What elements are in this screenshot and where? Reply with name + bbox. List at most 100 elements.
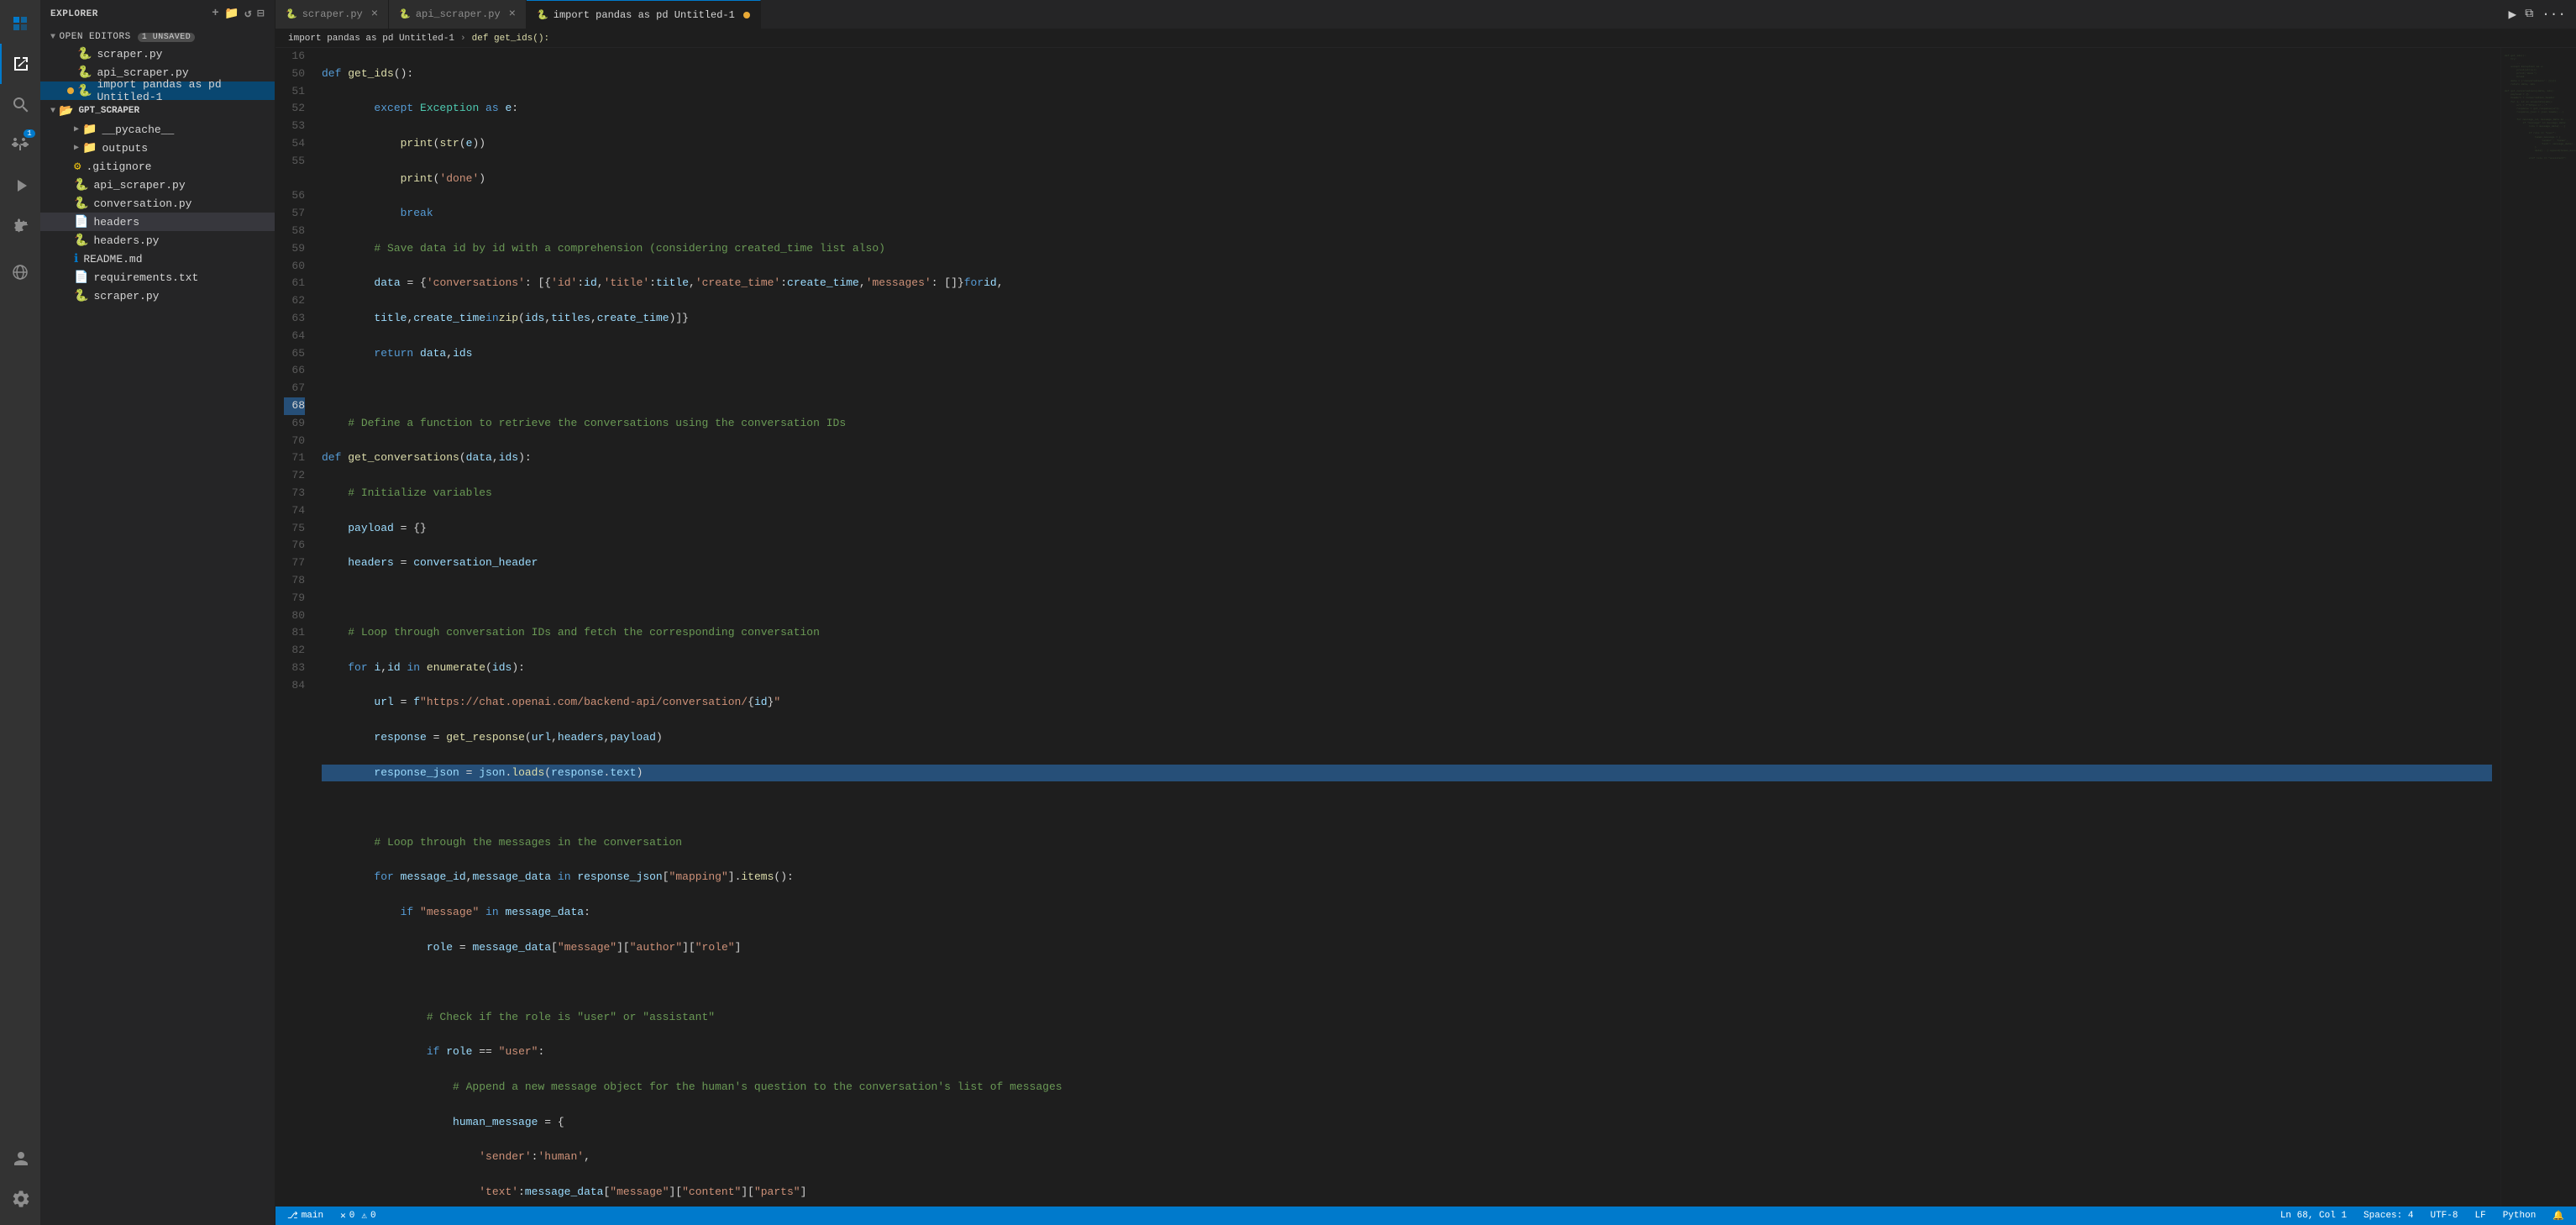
branch-label: main bbox=[302, 1211, 323, 1221]
activity-item-settings[interactable] bbox=[0, 1178, 40, 1218]
warning-icon: ⚠ bbox=[361, 1210, 367, 1222]
folder-label: GPT_SCRAPER bbox=[78, 106, 139, 116]
warning-count: 0 bbox=[370, 1211, 376, 1221]
unsaved-dot bbox=[67, 87, 74, 94]
code-editor[interactable]: 16 50 51 52 53 54 55 56 57 58 59 60 61 6… bbox=[275, 48, 2500, 1207]
readme-icon: ℹ bbox=[74, 252, 78, 266]
more-options-btn[interactable]: ··· bbox=[2542, 7, 2566, 22]
open-editor-untitled-label: import pandas as pd Untitled-1 bbox=[97, 78, 265, 103]
headers-py-label: headers.py bbox=[93, 234, 159, 247]
conversation-label: conversation.py bbox=[93, 197, 191, 210]
line-ending-label: LF bbox=[2474, 1211, 2485, 1221]
headers-py-icon: 🐍 bbox=[74, 234, 88, 248]
line-col-label: Ln 68, Col 1 bbox=[2280, 1211, 2347, 1221]
tab-scraper-close[interactable]: × bbox=[371, 8, 378, 21]
new-file-btn[interactable]: + bbox=[212, 7, 219, 21]
collapse-btn[interactable]: ⊟ bbox=[257, 7, 265, 21]
folder-pycache[interactable]: ▶ 📁 __pycache__ bbox=[40, 120, 275, 139]
activity-item-source-control[interactable]: 1 bbox=[0, 124, 40, 165]
editor-area: 🐍 scraper.py × 🐍 api_scraper.py × 🐍 impo… bbox=[275, 0, 2576, 1225]
folder-gpt-scraper[interactable]: ▼ 📂 GPT_SCRAPER bbox=[40, 102, 275, 120]
pycache-icon: 📁 bbox=[82, 123, 97, 137]
open-editor-scraper-label: scraper.py bbox=[97, 48, 162, 60]
activity-item-run[interactable] bbox=[0, 165, 40, 205]
folder-chevron: ▼ bbox=[50, 107, 55, 116]
statusbar-spaces[interactable]: Spaces: 4 bbox=[2360, 1211, 2416, 1221]
file-headers-py[interactable]: 🐍 headers.py bbox=[40, 231, 275, 250]
tab-untitled-label: import pandas as pd Untitled-1 bbox=[553, 9, 735, 21]
python-icon-3: 🐍 bbox=[77, 84, 92, 98]
statusbar-right: Ln 68, Col 1 Spaces: 4 UTF-8 LF Python 🔔 bbox=[2277, 1210, 2568, 1222]
folder-outputs[interactable]: ▶ 📁 outputs bbox=[40, 139, 275, 157]
activity-item-remote[interactable] bbox=[0, 252, 40, 292]
requirements-label: requirements.txt bbox=[93, 271, 198, 284]
headers-label: headers bbox=[93, 216, 139, 229]
run-button[interactable]: ▶ bbox=[2509, 6, 2517, 23]
code-content[interactable]: def get_ids(): except Exception as e: pr… bbox=[313, 48, 2500, 1207]
statusbar-language[interactable]: Python bbox=[2500, 1211, 2540, 1221]
open-editor-untitled[interactable]: 🐍 import pandas as pd Untitled-1 bbox=[40, 81, 275, 100]
tab-api-scraper[interactable]: 🐍 api_scraper.py × bbox=[389, 0, 527, 29]
tabbar: 🐍 scraper.py × 🐍 api_scraper.py × 🐍 impo… bbox=[275, 0, 2576, 29]
activity-item-search[interactable] bbox=[0, 84, 40, 124]
outputs-icon: 📁 bbox=[82, 141, 97, 155]
open-editor-scraper[interactable]: 🐍 scraper.py bbox=[40, 45, 275, 63]
tab-untitled-dot bbox=[743, 12, 750, 18]
sidebar-header-actions: + 📁 ↺ ⊟ bbox=[212, 7, 265, 21]
statusbar-errors[interactable]: ✕ 0 ⚠ 0 bbox=[337, 1210, 379, 1222]
error-count: 0 bbox=[349, 1211, 355, 1221]
statusbar-line-ending[interactable]: LF bbox=[2471, 1211, 2489, 1221]
activity-item-accounts[interactable] bbox=[0, 1138, 40, 1178]
file-readme[interactable]: ℹ README.md bbox=[40, 250, 275, 268]
encoding-label: UTF-8 bbox=[2430, 1211, 2458, 1221]
activity-bar: 1 bbox=[0, 0, 40, 1225]
tab-scraper[interactable]: 🐍 scraper.py × bbox=[275, 0, 389, 29]
refresh-btn[interactable]: ↺ bbox=[244, 7, 252, 21]
requirements-icon: 📄 bbox=[74, 271, 88, 285]
minimap: def get_ids(): try: ... except Exception… bbox=[2500, 48, 2576, 1207]
gitignore-label: .gitignore bbox=[86, 160, 151, 173]
statusbar-line-col[interactable]: Ln 68, Col 1 bbox=[2277, 1211, 2350, 1221]
statusbar: ⎇ main ✕ 0 ⚠ 0 Ln 68, Col 1 Spaces: 4 bbox=[275, 1207, 2576, 1225]
file-conversation[interactable]: 🐍 conversation.py bbox=[40, 194, 275, 213]
readme-label: README.md bbox=[83, 253, 142, 266]
file-gitignore[interactable]: ⚙ .gitignore bbox=[40, 157, 275, 176]
tab-api-scraper-close[interactable]: × bbox=[509, 8, 516, 21]
branch-icon: ⎇ bbox=[287, 1210, 298, 1222]
error-icon: ✕ bbox=[340, 1210, 346, 1222]
breadcrumb-filename[interactable]: import pandas as pd Untitled-1 bbox=[288, 34, 454, 44]
activity-item-extensions[interactable] bbox=[0, 205, 40, 245]
scraper-label: scraper.py bbox=[93, 290, 159, 302]
activity-item-explorer[interactable] bbox=[0, 44, 40, 84]
line-numbers: 16 50 51 52 53 54 55 56 57 58 59 60 61 6… bbox=[275, 48, 313, 1207]
open-editors-header[interactable]: ▼ OPEN EDITORS 1 unsaved bbox=[40, 29, 275, 45]
file-requirements[interactable]: 📄 requirements.txt bbox=[40, 268, 275, 287]
headers-icon: 📄 bbox=[74, 215, 88, 229]
tab-untitled[interactable]: 🐍 import pandas as pd Untitled-1 bbox=[527, 0, 761, 29]
python-icon: 🐍 bbox=[77, 47, 92, 61]
breadcrumb-sep: › bbox=[460, 34, 466, 44]
breadcrumb-function[interactable]: def get_ids(): bbox=[472, 34, 549, 44]
outputs-chevron: ▶ bbox=[74, 143, 79, 153]
api-scraper-label: api_scraper.py bbox=[93, 179, 185, 192]
source-control-badge: 1 bbox=[24, 129, 35, 138]
conversation-icon: 🐍 bbox=[74, 197, 88, 211]
api-scraper-icon: 🐍 bbox=[74, 178, 88, 192]
sidebar-header: EXPLORER + 📁 ↺ ⊟ bbox=[40, 0, 275, 28]
file-scraper[interactable]: 🐍 scraper.py bbox=[40, 287, 275, 305]
statusbar-branch[interactable]: ⎇ main bbox=[284, 1210, 327, 1222]
split-editor-btn[interactable]: ⧉ bbox=[2525, 8, 2533, 21]
scraper-icon: 🐍 bbox=[74, 289, 88, 303]
tab-scraper-icon: 🐍 bbox=[286, 8, 297, 20]
new-folder-btn[interactable]: 📁 bbox=[224, 7, 239, 21]
statusbar-left: ⎇ main ✕ 0 ⚠ 0 bbox=[284, 1210, 380, 1222]
feedback-icon: 🔔 bbox=[2552, 1210, 2564, 1222]
file-headers[interactable]: 📄 headers bbox=[40, 213, 275, 231]
app-icon bbox=[0, 3, 40, 44]
file-api-scraper[interactable]: 🐍 api_scraper.py bbox=[40, 176, 275, 194]
minimap-content: def get_ids(): try: ... except Exception… bbox=[2501, 48, 2576, 167]
open-editors-chevron: ▼ bbox=[50, 33, 56, 42]
statusbar-encoding[interactable]: UTF-8 bbox=[2426, 1211, 2461, 1221]
statusbar-feedback[interactable]: 🔔 bbox=[2549, 1210, 2568, 1222]
folder-section: ▼ 📂 GPT_SCRAPER ▶ 📁 __pycache__ ▶ 📁 outp… bbox=[40, 102, 275, 305]
